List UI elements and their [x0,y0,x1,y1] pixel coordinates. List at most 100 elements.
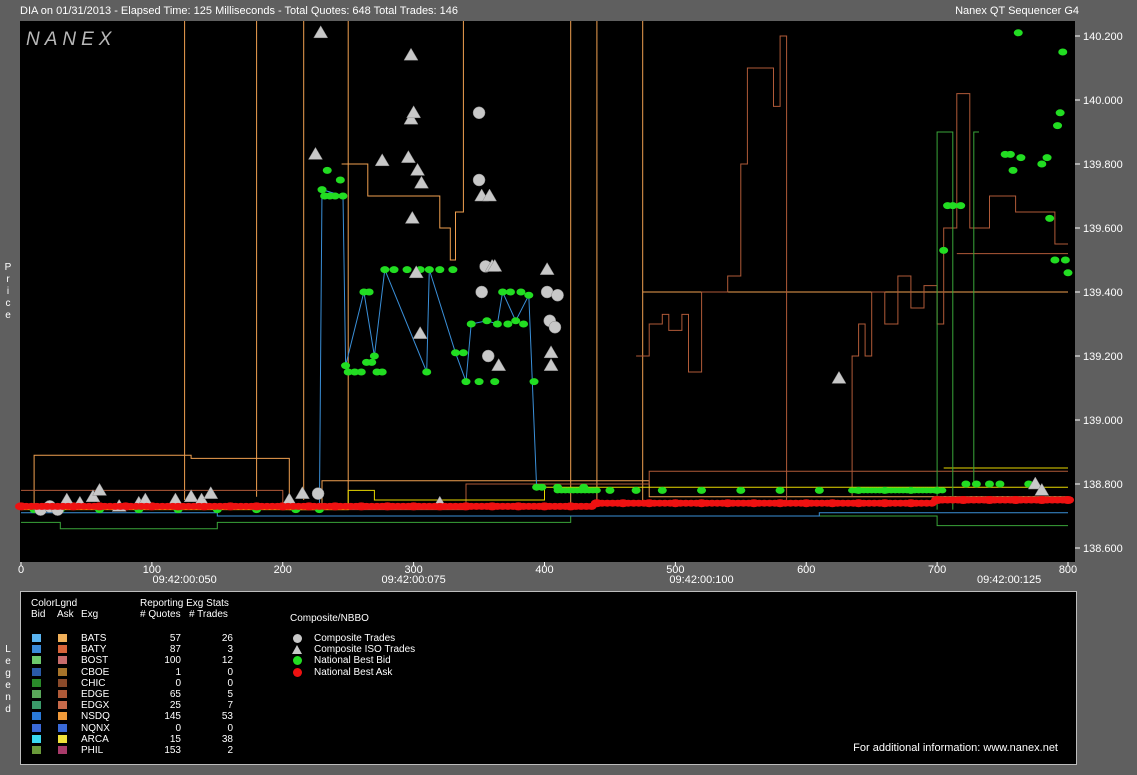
best-bid-dot [519,320,529,328]
time-tick-label: 09:42:00:075 [382,574,446,586]
legend-bid-swatch [32,678,41,687]
legend-exg-header: Exg [81,609,99,620]
composite-trade-marker [472,106,486,120]
best-bid-dot [1055,109,1065,117]
y-tick-label: 138.800 [1083,479,1123,491]
best-bid-dot [631,486,641,494]
legend-trade-count: 0 [227,666,233,678]
best-bid-dot [524,291,534,299]
best-bid-dot [503,320,513,328]
legend-exchange-name: CHIC [81,677,106,689]
legend-trade-count: 0 [227,677,233,689]
composite-trade-marker [475,285,488,299]
best-bid-dot [338,192,348,200]
composite-trade-marker [548,320,562,334]
legend-exchange-name: CBOE [81,666,110,678]
best-bid-dot [529,378,539,386]
legend-ask-swatch [58,678,67,687]
composite-trade-marker [311,487,325,500]
y-axis: 138.600 138.800 139.000 139.200 139.400 139.6… [1075,31,1123,555]
y-tick-label: 140.200 [1083,31,1123,43]
best-bid-dot [1037,160,1047,168]
legend-exchange-name: NSDQ [81,711,110,723]
best-bid-dot [511,317,521,325]
legend-trade-count: 3 [227,644,233,656]
best-bid-dot [939,246,949,254]
legend-composite-label: Composite ISO Trades [314,644,416,656]
side-label-letter: e [5,680,11,691]
best-bid-dot [389,266,399,274]
legend-bid-swatch [32,667,41,676]
legend-colorlgnd-label: ColorLgnd [31,598,78,609]
best-bid-dot [369,352,379,360]
nanex-logo: NANEX [26,29,116,50]
best-bid-dot [736,486,746,494]
legend-quote-count: 100 [164,655,181,667]
best-bid-dot [380,266,390,274]
best-bid-dot [605,486,615,494]
legend-bid-swatch [32,746,41,754]
legend-side-label: Legend [2,644,14,716]
best-bid-dot [697,486,707,494]
legend-trade-count: 7 [227,700,233,712]
best-bid-dot [1042,154,1052,162]
legend-trade-count: 26 [221,633,233,644]
best-bid-dot [1050,256,1060,264]
best-bid-dot [592,487,601,494]
legend-ask-swatch [58,734,67,743]
legend-exchange-name: ARCA [81,733,109,745]
y-tick-label: 139.000 [1083,415,1123,427]
legend-ask-swatch [58,701,67,710]
best-bid-dot [1063,269,1073,277]
legend-bid-swatch [32,690,41,698]
best-bid-dot [322,166,332,174]
legend-bid-header: Bid [31,609,46,620]
legend-bid-swatch [32,701,41,710]
time-tick-label: 09:42:00:100 [669,574,733,586]
y-tick-label: 139.600 [1083,223,1123,235]
legend-composite-label: Composite Trades [314,633,396,644]
legend-panel: ColorLgnd Bid Ask Exg Reporting Exg Stat… [20,591,1077,765]
best-bid-dot [451,349,461,357]
legend-bid-swatch [32,634,41,642]
best-bid-dot [984,480,994,488]
best-bid-dot [1060,256,1070,264]
best-bid-dot [775,486,785,494]
legend-exchange-name: EDGX [81,700,110,712]
best-bid-dot [1016,154,1026,162]
best-bid-dot [364,288,374,296]
legend-quote-count: 87 [169,644,181,656]
y-tick-label: 139.400 [1083,287,1123,299]
legend-ask-header: Ask [57,609,74,620]
side-label-letter: n [5,692,11,703]
best-bid-dot [498,288,508,296]
time-tick-label: 09:42:00:125 [977,574,1041,586]
best-bid-dot [448,266,458,274]
best-bid-dot [537,483,547,491]
x-tick-label: 200 [274,564,292,576]
dot-icon [293,656,302,666]
side-label-letter: g [5,668,11,679]
triangle-icon [292,645,302,655]
x-tick-label: 600 [797,564,815,576]
best-bid-dot [492,320,502,328]
legend-quote-count: 65 [169,689,181,700]
legend-bid-swatch [32,734,41,743]
composite-trade-marker [551,288,564,302]
best-bid-dot [995,480,1005,488]
legend-ask-swatch [58,656,67,665]
legend-bid-swatch [32,656,41,665]
y-tick-label: 139.200 [1083,351,1123,363]
composite-trade-marker [472,173,486,187]
dot-icon [293,667,302,677]
legend-composite-label: National Best Ask [314,666,393,678]
legend-stats-header: Reporting Exg Stats [140,598,229,609]
best-bid-dot [482,317,492,325]
legend-quote-count: 25 [169,700,181,712]
legend-trade-count: 2 [227,745,233,756]
x-tick-label: 700 [928,564,946,576]
legend-trade-count: 12 [221,655,233,667]
best-bid-dot [1005,150,1015,158]
legend-exchange-name: NQNX [81,722,110,734]
legend-quotes-header: # Quotes [140,609,181,620]
